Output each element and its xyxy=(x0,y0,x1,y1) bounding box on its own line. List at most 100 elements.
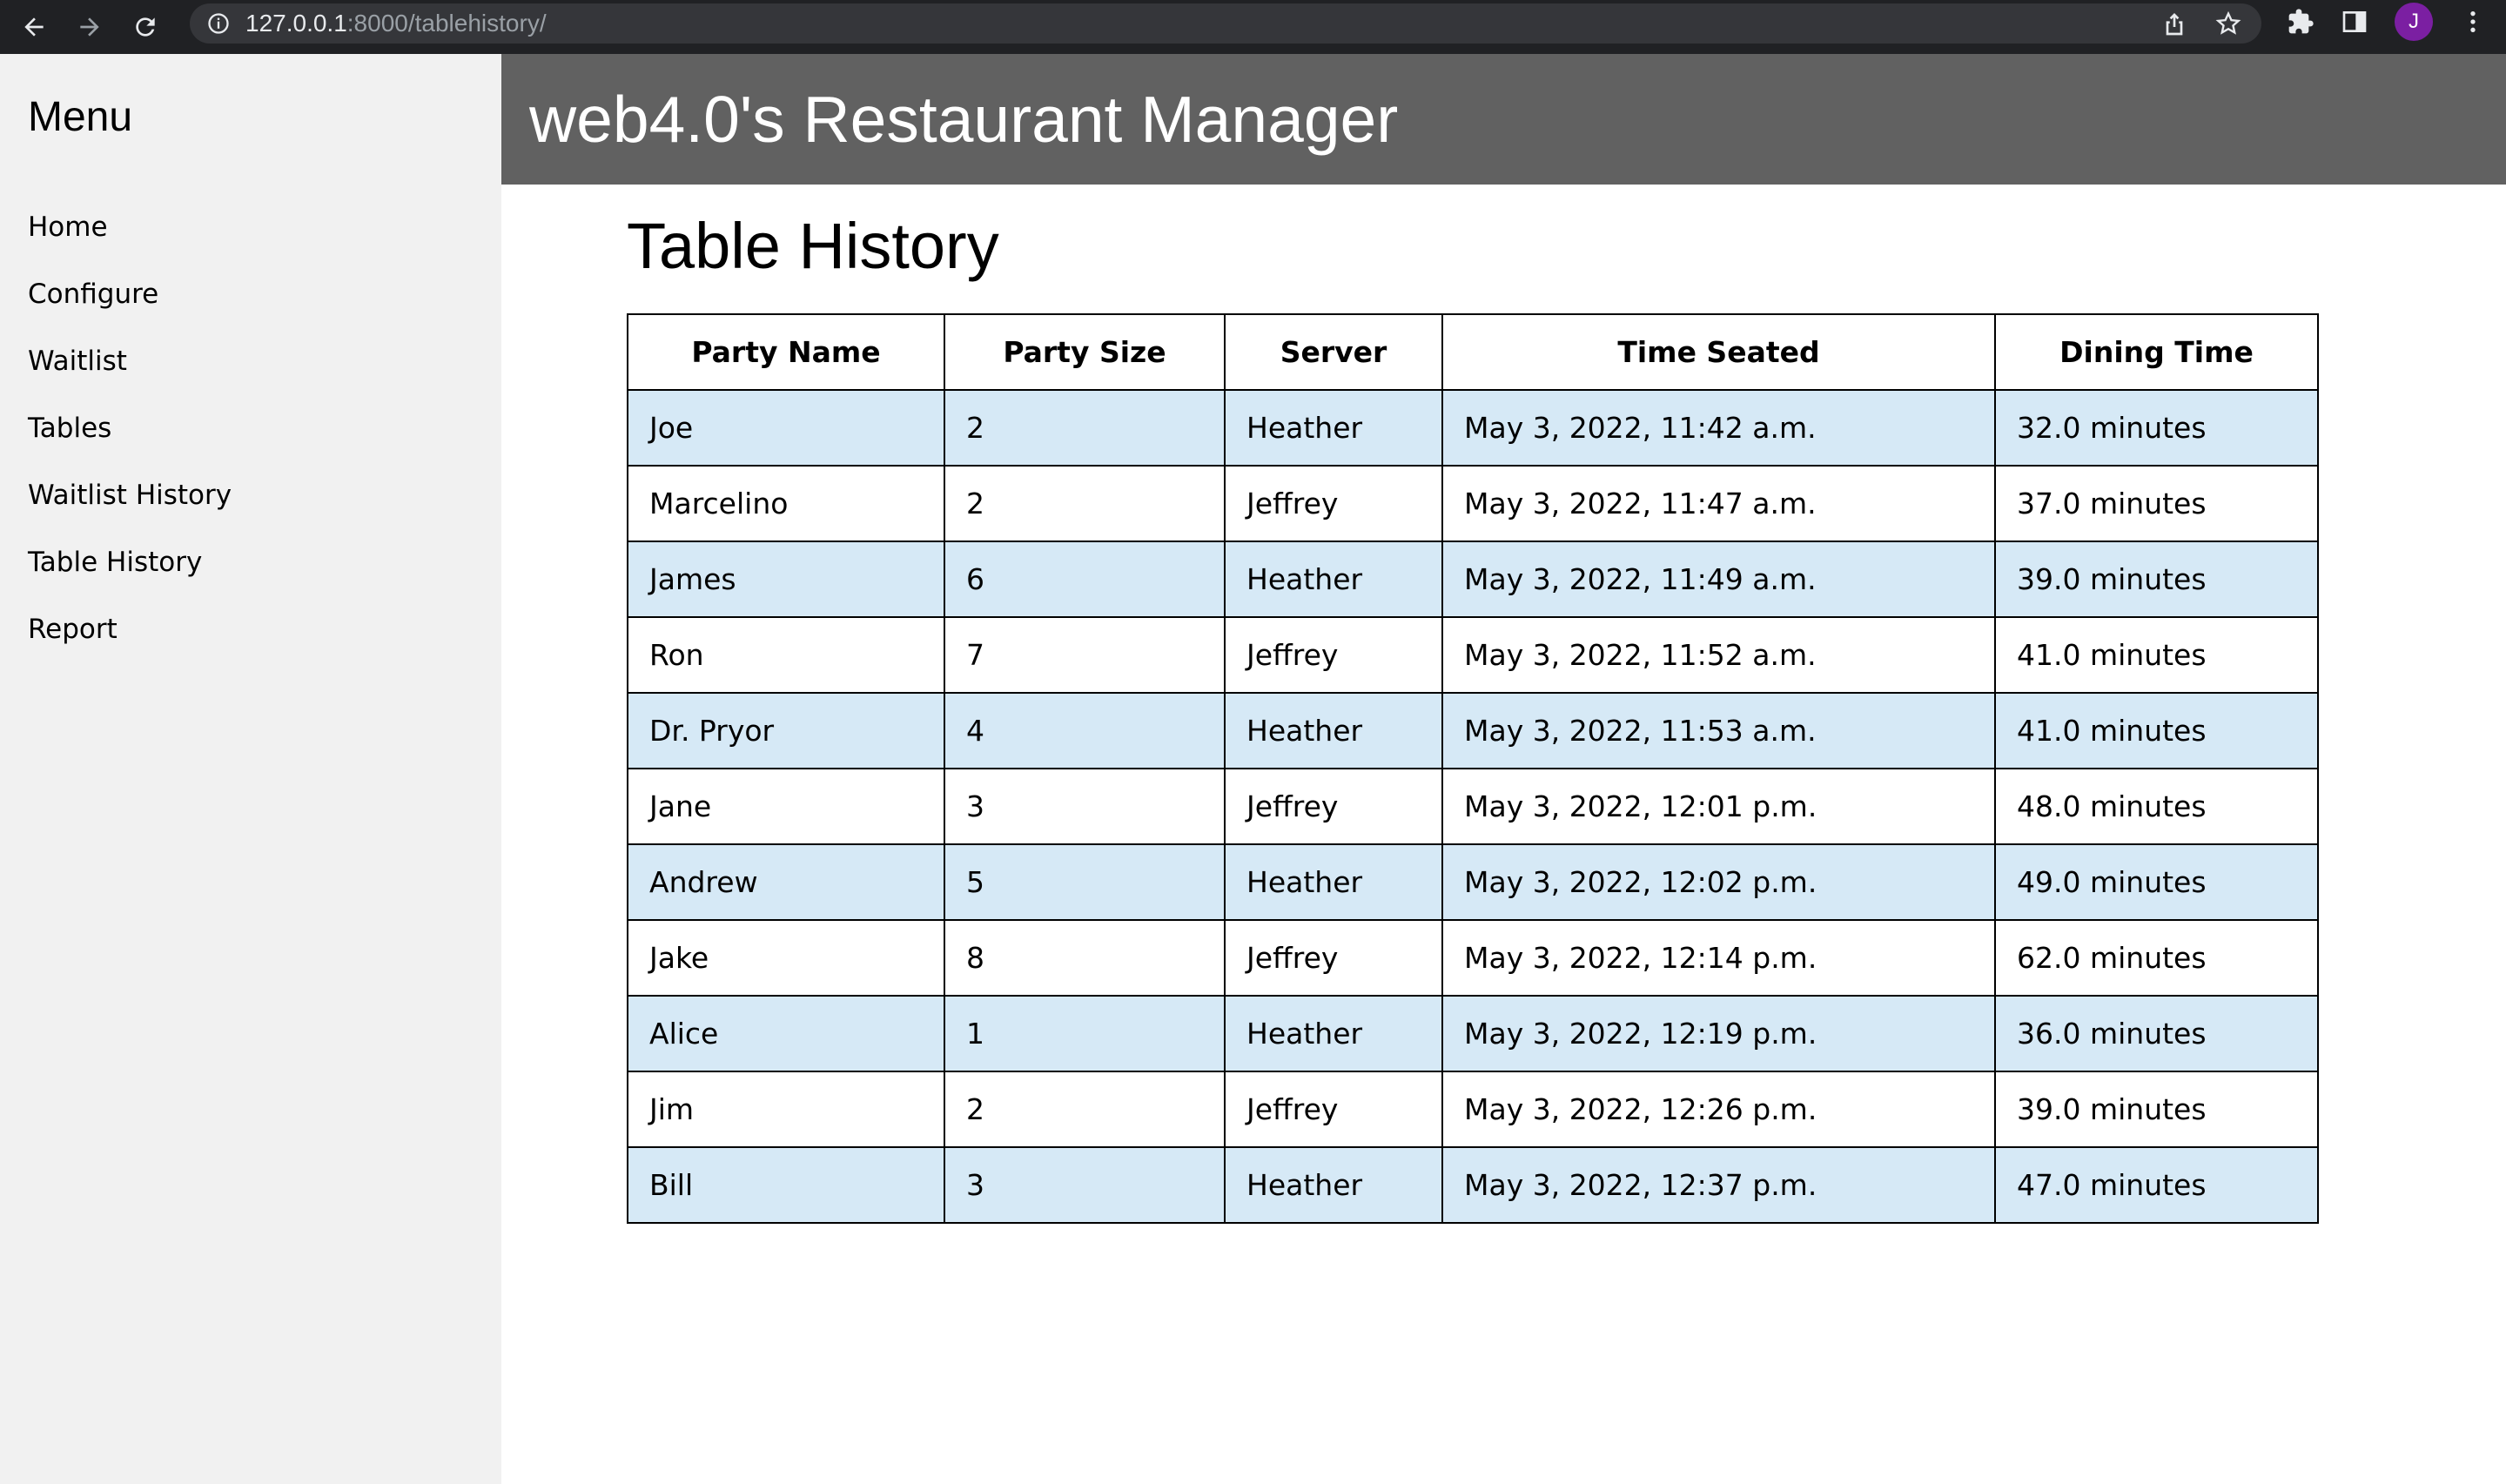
party-size-cell: 1 xyxy=(944,995,1226,1072)
party-size-cell: 3 xyxy=(944,1146,1226,1224)
sidebar-item-waitlist-history[interactable]: Waitlist History xyxy=(0,461,501,528)
profile-avatar[interactable]: J xyxy=(2395,3,2433,41)
server-cell: Heather xyxy=(1224,389,1443,467)
reload-icon xyxy=(136,17,155,37)
column-header-server: Server xyxy=(1224,313,1443,391)
table-row: Marcelino 2 Jeffrey May 3, 2022, 11:47 a.m.… xyxy=(627,465,2319,542)
dining-time-cell: 39.0 minutes xyxy=(1994,541,2319,618)
table-header-row: Party Name Party Size Server Time Seated… xyxy=(627,313,2319,391)
url-path: :8000/tablehistory/ xyxy=(346,10,547,37)
column-header-dining-time: Dining Time xyxy=(1994,313,2319,391)
url-host: 127.0.0.1 xyxy=(245,10,347,37)
party-size-cell: 8 xyxy=(944,919,1226,997)
server-cell: Jeffrey xyxy=(1224,768,1443,845)
party-size-cell: 2 xyxy=(944,389,1226,467)
party-name-cell: Andrew xyxy=(627,843,945,921)
sidebar-item-table-history[interactable]: Table History xyxy=(0,528,501,595)
table-row: James 6 Heather May 3, 2022, 11:49 a.m. 39.0… xyxy=(627,541,2319,618)
back-button[interactable] xyxy=(12,5,56,49)
party-size-cell: 4 xyxy=(944,692,1226,769)
server-cell: Jeffrey xyxy=(1224,465,1443,542)
dining-time-cell: 48.0 minutes xyxy=(1994,768,2319,845)
party-size-cell: 2 xyxy=(944,465,1226,542)
back-arrow-icon xyxy=(24,17,44,37)
party-name-cell: Jim xyxy=(627,1071,945,1148)
kebab-menu-icon[interactable] xyxy=(2459,8,2487,36)
party-name-cell: Marcelino xyxy=(627,465,945,542)
table-row: Ron 7 Jeffrey May 3, 2022, 11:52 a.m. 41.0 m… xyxy=(627,616,2319,694)
party-name-cell: Joe xyxy=(627,389,945,467)
share-icon[interactable] xyxy=(2160,10,2188,37)
dining-time-cell: 49.0 minutes xyxy=(1994,843,2319,921)
app-header: web4.0's Restaurant Manager xyxy=(501,54,2506,185)
column-header-time-seated: Time Seated xyxy=(1441,313,1996,391)
table-row: Andrew 5 Heather May 3, 2022, 12:02 p.m. 49.… xyxy=(627,843,2319,921)
column-header-party-name: Party Name xyxy=(627,313,945,391)
sidebar: Menu Home Configure Waitlist Tables Wait… xyxy=(0,54,501,1484)
table-row: Dr. Pryor 4 Heather May 3, 2022, 11:53 a.m.… xyxy=(627,692,2319,769)
table-row: Alice 1 Heather May 3, 2022, 12:19 p.m. 36.0… xyxy=(627,995,2319,1072)
column-header-party-size: Party Size xyxy=(944,313,1226,391)
page-title: Table History xyxy=(627,210,999,282)
server-cell: Jeffrey xyxy=(1224,1071,1443,1148)
sidebar-item-configure[interactable]: Configure xyxy=(0,260,501,327)
dining-time-cell: 32.0 minutes xyxy=(1994,389,2319,467)
dining-time-cell: 41.0 minutes xyxy=(1994,692,2319,769)
sidebar-menu: Home Configure Waitlist Tables Waitlist … xyxy=(0,193,501,662)
time-seated-cell: May 3, 2022, 12:26 p.m. xyxy=(1441,1071,1996,1148)
party-name-cell: Ron xyxy=(627,616,945,694)
side-panel-icon[interactable] xyxy=(2341,8,2368,36)
sidebar-title: Menu xyxy=(28,94,133,140)
sidebar-item-home[interactable]: Home xyxy=(0,193,501,260)
browser-toolbar: 127.0.0.1:8000/tablehistory/ J xyxy=(0,0,2506,54)
server-cell: Heather xyxy=(1224,692,1443,769)
server-cell: Heather xyxy=(1224,995,1443,1072)
time-seated-cell: May 3, 2022, 12:01 p.m. xyxy=(1441,768,1996,845)
table-row: Jane 3 Jeffrey May 3, 2022, 12:01 p.m. 48.0 … xyxy=(627,768,2319,845)
dining-time-cell: 47.0 minutes xyxy=(1994,1146,2319,1224)
time-seated-cell: May 3, 2022, 11:42 a.m. xyxy=(1441,389,1996,467)
extensions-icon[interactable] xyxy=(2287,8,2315,36)
sidebar-item-tables[interactable]: Tables xyxy=(0,394,501,461)
server-cell: Heather xyxy=(1224,541,1443,618)
time-seated-cell: May 3, 2022, 11:47 a.m. xyxy=(1441,465,1996,542)
table-row: Bill 3 Heather May 3, 2022, 12:37 p.m. 47.0 … xyxy=(627,1146,2319,1224)
time-seated-cell: May 3, 2022, 11:52 a.m. xyxy=(1441,616,1996,694)
party-name-cell: Dr. Pryor xyxy=(627,692,945,769)
server-cell: Heather xyxy=(1224,843,1443,921)
table-history: Party Name Party Size Server Time Seated… xyxy=(627,313,2319,1224)
party-size-cell: 3 xyxy=(944,768,1226,845)
party-name-cell: Bill xyxy=(627,1146,945,1224)
server-cell: Jeffrey xyxy=(1224,919,1443,997)
server-cell: Jeffrey xyxy=(1224,616,1443,694)
table-body: Joe 2 Heather May 3, 2022, 11:42 a.m. 32.0 m… xyxy=(627,389,2319,1224)
star-icon[interactable] xyxy=(2214,10,2242,37)
time-seated-cell: May 3, 2022, 11:53 a.m. xyxy=(1441,692,1996,769)
forward-button[interactable] xyxy=(68,5,111,49)
dining-time-cell: 62.0 minutes xyxy=(1994,919,2319,997)
url-text: 127.0.0.1:8000/tablehistory/ xyxy=(245,10,547,37)
table-row: Joe 2 Heather May 3, 2022, 11:42 a.m. 32.0 m… xyxy=(627,389,2319,467)
info-icon xyxy=(208,13,229,34)
dining-time-cell: 36.0 minutes xyxy=(1994,995,2319,1072)
party-size-cell: 7 xyxy=(944,616,1226,694)
party-name-cell: Jake xyxy=(627,919,945,997)
dining-time-cell: 41.0 minutes xyxy=(1994,616,2319,694)
party-name-cell: James xyxy=(627,541,945,618)
dining-time-cell: 37.0 minutes xyxy=(1994,465,2319,542)
sidebar-item-waitlist[interactable]: Waitlist xyxy=(0,327,501,394)
party-size-cell: 2 xyxy=(944,1071,1226,1148)
site-info-button[interactable] xyxy=(205,10,232,37)
app-title: web4.0's Restaurant Manager xyxy=(529,83,1399,156)
address-bar[interactable]: 127.0.0.1:8000/tablehistory/ xyxy=(190,3,2261,44)
party-size-cell: 6 xyxy=(944,541,1226,618)
time-seated-cell: May 3, 2022, 12:19 p.m. xyxy=(1441,995,1996,1072)
table-row: Jake 8 Jeffrey May 3, 2022, 12:14 p.m. 62.0 … xyxy=(627,919,2319,997)
server-cell: Heather xyxy=(1224,1146,1443,1224)
sidebar-item-report[interactable]: Report xyxy=(0,595,501,662)
time-seated-cell: May 3, 2022, 12:14 p.m. xyxy=(1441,919,1996,997)
reload-button[interactable] xyxy=(124,5,167,49)
time-seated-cell: May 3, 2022, 12:37 p.m. xyxy=(1441,1146,1996,1224)
party-name-cell: Jane xyxy=(627,768,945,845)
table-row: Jim 2 Jeffrey May 3, 2022, 12:26 p.m. 39.0 m… xyxy=(627,1071,2319,1148)
